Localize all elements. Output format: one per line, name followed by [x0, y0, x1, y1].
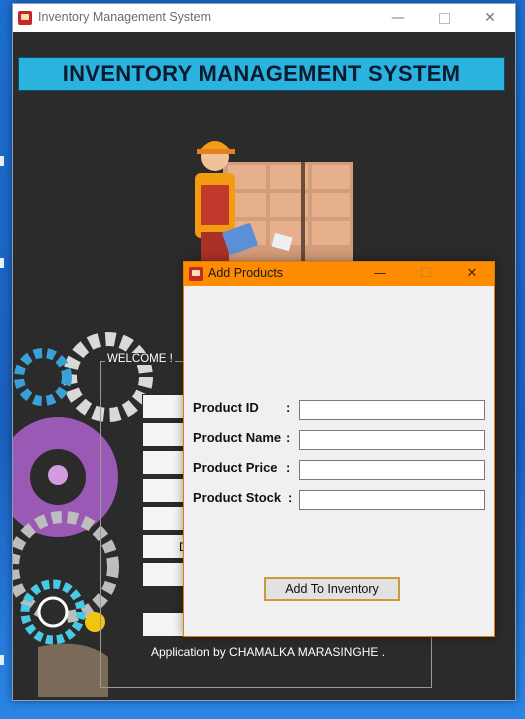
add-products-dialog: Add Products — ☐ ✕ Product ID : Product …: [183, 261, 495, 637]
desktop-edge-mark: [0, 258, 4, 268]
product-price-input[interactable]: [299, 460, 485, 480]
welcome-legend: WELCOME !: [105, 353, 175, 365]
product-stock-colon: :: [288, 490, 293, 505]
minimize-button[interactable]: —: [375, 4, 421, 32]
product-stock-input[interactable]: [299, 490, 485, 510]
title-banner: INVENTORY MANAGEMENT SYSTEM: [18, 57, 505, 91]
app-icon: [18, 11, 32, 25]
desktop-edge-mark: [0, 156, 4, 166]
dialog-maximize-button[interactable]: ☐: [403, 262, 449, 286]
maximize-icon: [438, 12, 450, 24]
product-name-input[interactable]: [299, 430, 485, 450]
product-price-label: Product Price: [193, 460, 278, 475]
dialog-close-button[interactable]: ✕: [449, 262, 495, 286]
add-to-inventory-button[interactable]: Add To Inventory: [264, 577, 400, 601]
product-name-colon: :: [286, 430, 291, 445]
credit-text: Application by CHAMALKA MARASINGHE .: [151, 645, 386, 659]
banner-title: INVENTORY MANAGEMENT SYSTEM: [62, 61, 461, 86]
dialog-minimize-button[interactable]: —: [357, 262, 403, 286]
dialog-app-icon: [189, 267, 203, 281]
desktop-edge-mark: [0, 655, 4, 665]
warehouse-worker-illustration: [195, 141, 353, 267]
product-id-input[interactable]: [299, 400, 485, 420]
dialog-titlebar[interactable]: Add Products — ☐ ✕: [184, 262, 494, 286]
product-id-colon: :: [286, 400, 291, 415]
dialog-title: Add Products: [208, 266, 284, 280]
product-name-label: Product Name: [193, 430, 282, 445]
close-button[interactable]: ✕: [467, 4, 513, 32]
main-window-title: Inventory Management System: [38, 10, 211, 24]
product-stock-label: Product Stock: [193, 490, 282, 505]
maximize-button[interactable]: [421, 4, 467, 32]
product-id-label: Product ID: [193, 400, 259, 415]
main-titlebar[interactable]: Inventory Management System — ✕: [13, 4, 515, 32]
product-price-colon: :: [286, 460, 291, 475]
